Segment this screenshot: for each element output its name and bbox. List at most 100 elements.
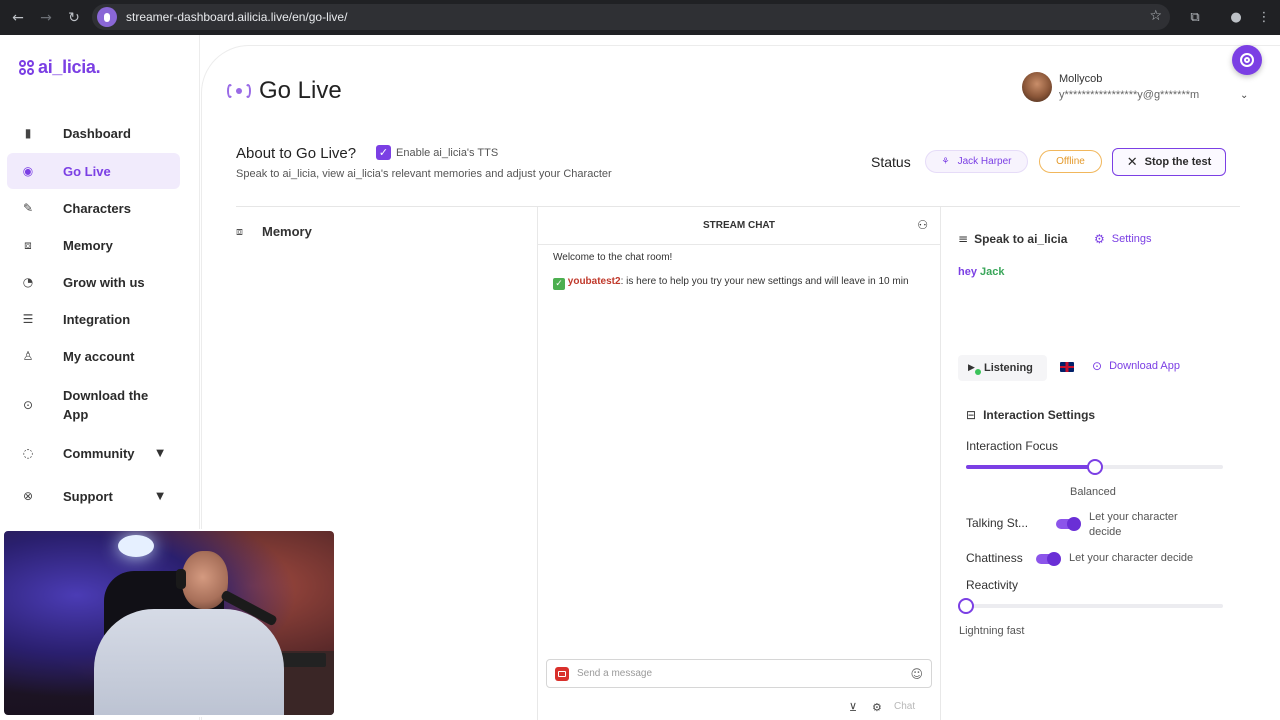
user-icon: ♙ bbox=[22, 349, 34, 363]
chat-message: ✓ youbatest2: is here to help you try yo… bbox=[553, 274, 933, 290]
reload-icon[interactable]: ↻ bbox=[63, 7, 85, 29]
user-menu[interactable]: Mollycob y*****************y@g*******m ⌄ bbox=[1022, 72, 1252, 106]
sidebar-item-support[interactable]: ⊗ Support ▼ bbox=[7, 478, 180, 514]
logo-mark-icon bbox=[19, 59, 35, 76]
video-icon bbox=[555, 666, 569, 681]
address-bar[interactable]: streamer-dashboard.ailicia.live/en/go-li… bbox=[92, 4, 1170, 30]
slider-thumb[interactable] bbox=[1086, 459, 1103, 475]
listening-label: Listening bbox=[984, 362, 1033, 374]
integration-icon: ☰ bbox=[22, 312, 34, 326]
sidebar-item-characters[interactable]: ✎ Characters bbox=[7, 190, 180, 226]
interaction-focus-caption: Balanced bbox=[1070, 486, 1116, 498]
sidebar-item-label: Memory bbox=[63, 237, 113, 253]
speak-header: ≡ Speak to ai_licia bbox=[958, 232, 1067, 246]
chattiness-label: Chattiness bbox=[966, 551, 1023, 565]
text-lines-icon: ≡ bbox=[958, 232, 969, 246]
checkbox-checked-icon[interactable]: ✓ bbox=[376, 145, 391, 160]
memory-label: Memory bbox=[262, 224, 312, 239]
chat-input[interactable]: Send a message ☺ bbox=[546, 659, 932, 688]
close-icon: ✕ bbox=[1126, 154, 1138, 170]
sidebar-item-download-app[interactable]: ⊙ Download the App bbox=[7, 383, 180, 427]
talking-style-label: Talking St... bbox=[966, 516, 1029, 530]
stream-chat: STREAM CHAT ⚇ Welcome to the chat room! … bbox=[537, 207, 941, 720]
talking-style-toggle[interactable] bbox=[1056, 517, 1081, 531]
user-email: y*****************y@g*******m bbox=[1059, 89, 1200, 101]
chat-send-button[interactable]: Chat bbox=[894, 701, 915, 712]
reactivity-slider[interactable] bbox=[966, 604, 1223, 608]
memory-icon: ⧈ bbox=[236, 224, 243, 238]
lifebuoy-icon: ⊗ bbox=[22, 489, 34, 503]
forward-icon[interactable]: → bbox=[35, 7, 57, 29]
chat-username[interactable]: youbatest2 bbox=[568, 276, 621, 287]
sidebar-item-grow-with-us[interactable]: ◔ Grow with us bbox=[7, 264, 180, 300]
tts-label: Enable ai_licia's TTS bbox=[396, 146, 499, 159]
sidebar-item-label: My account bbox=[63, 348, 135, 364]
download-icon: ⊙ bbox=[22, 398, 34, 412]
bookmark-star-icon[interactable]: ☆ bbox=[1149, 8, 1162, 24]
broadcast-icon: ◉ bbox=[22, 164, 34, 178]
uk-flag-icon[interactable] bbox=[1060, 362, 1074, 372]
logo[interactable]: ai_licia. bbox=[19, 57, 101, 78]
sidebar-item-integration[interactable]: ☰ Integration bbox=[7, 301, 180, 337]
gear-icon[interactable]: ⚙ bbox=[872, 701, 882, 714]
speech-transcript: hey Jack bbox=[958, 266, 1005, 278]
settings-label: Settings bbox=[1111, 233, 1152, 245]
extensions-icon[interactable]: ⧉ bbox=[1185, 7, 1205, 27]
chat-welcome: Welcome to the chat room! bbox=[553, 252, 673, 263]
sidebar-item-label: Download the App bbox=[63, 388, 149, 422]
interaction-settings-header: ⊟ Interaction Settings bbox=[966, 408, 1095, 422]
assistant-fab-button[interactable] bbox=[1232, 45, 1262, 75]
chattiness-toggle[interactable] bbox=[1036, 552, 1061, 566]
users-icon[interactable]: ⚇ bbox=[917, 218, 928, 232]
sidebar-item-my-account[interactable]: ♙ My account bbox=[7, 338, 180, 374]
memory-icon: ⧈ bbox=[24, 237, 32, 252]
more-menu-icon[interactable]: ⋮ bbox=[1254, 7, 1274, 27]
chattiness-description: Let your character decide bbox=[1069, 552, 1194, 564]
speech-prefix: hey bbox=[958, 266, 977, 278]
status-badge: Offline bbox=[1039, 150, 1102, 173]
chat-message-text: : is here to help you try your new setti… bbox=[620, 276, 909, 287]
site-mic-icon bbox=[97, 7, 117, 27]
download-app-link[interactable]: ⊙ Download App bbox=[1092, 359, 1180, 373]
profile-icon[interactable]: ● bbox=[1226, 7, 1246, 27]
settings-link[interactable]: ⚙ Settings bbox=[1094, 232, 1152, 246]
url-text[interactable]: streamer-dashboard.ailicia.live/en/go-li… bbox=[126, 10, 347, 24]
sidebar-item-memory[interactable]: ⧈ Memory bbox=[7, 227, 180, 263]
sidebar-item-label: Grow with us bbox=[63, 274, 145, 290]
status-label: Status bbox=[871, 154, 911, 170]
chat-input-placeholder: Send a message bbox=[577, 668, 653, 679]
user-name: Mollycob bbox=[1059, 73, 1103, 85]
chat-bubble-icon: ◌ bbox=[22, 446, 34, 460]
character-badge[interactable]: ⚘ Jack Harper bbox=[925, 150, 1028, 173]
sidebar-item-go-live[interactable]: ◉ Go Live bbox=[7, 153, 180, 189]
chevron-down-icon: ▼ bbox=[156, 490, 164, 502]
avatar[interactable] bbox=[1022, 72, 1052, 102]
reactivity-label: Reactivity bbox=[966, 578, 1019, 592]
book-icon: ⊟ bbox=[966, 408, 977, 422]
gauge-icon: ◔ bbox=[22, 275, 34, 289]
back-icon[interactable]: ← bbox=[7, 7, 29, 29]
speak-title: Speak to ai_licia bbox=[974, 232, 1068, 246]
chevron-down-icon[interactable]: ⌄ bbox=[1240, 90, 1248, 101]
sidebar-item-dashboard[interactable]: ▮ Dashboard bbox=[7, 115, 180, 151]
broadcast-icon bbox=[227, 82, 251, 100]
rewards-icon[interactable]: ⊻ bbox=[849, 701, 857, 714]
sidebar-item-community[interactable]: ◌ Community ▼ bbox=[7, 435, 180, 471]
stop-test-button[interactable]: ✕ Stop the test bbox=[1112, 148, 1226, 176]
about-title: About to Go Live? bbox=[236, 145, 357, 162]
webcam-overlay bbox=[2, 529, 336, 717]
characters-icon: ✎ bbox=[22, 201, 34, 215]
verified-badge-icon: ✓ bbox=[553, 278, 565, 290]
memory-header: ⧈ Memory bbox=[236, 224, 312, 239]
interaction-focus-label: Interaction Focus bbox=[966, 439, 1059, 453]
listening-button[interactable]: ▶ Listening bbox=[958, 355, 1047, 381]
emoji-icon[interactable]: ☺ bbox=[910, 667, 923, 681]
gear-icon: ⚙ bbox=[1094, 232, 1105, 246]
sidebar-item-label: Dashboard bbox=[63, 125, 131, 141]
slider-thumb[interactable] bbox=[958, 598, 974, 614]
tts-checkbox[interactable]: ✓ Enable ai_licia's TTS bbox=[376, 145, 498, 160]
target-icon bbox=[1240, 53, 1254, 67]
slider-fill bbox=[966, 465, 1095, 469]
sidebar-item-label: Community bbox=[63, 445, 135, 461]
microphone-icon: ▶ bbox=[968, 363, 981, 375]
